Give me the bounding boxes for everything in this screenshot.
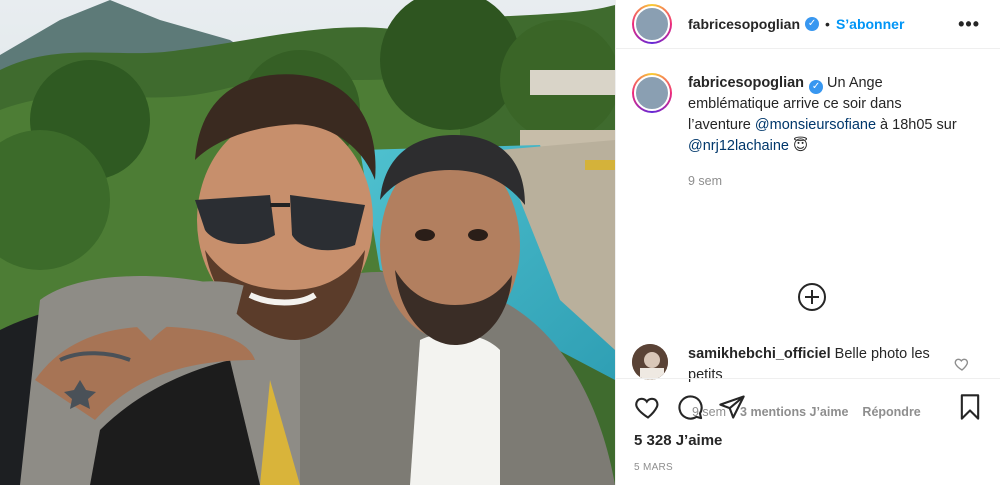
save-bookmark-icon[interactable]	[956, 393, 984, 421]
instagram-post: fabricesopoglian ✓ • S’abonner ••• fabri…	[0, 0, 1000, 485]
post-side-panel: fabricesopoglian ✓ • S’abonner ••• fabri…	[615, 0, 1000, 485]
selfie-photo	[0, 0, 615, 485]
author-avatar[interactable]	[632, 4, 672, 44]
more-options-icon[interactable]: •••	[958, 14, 980, 35]
commenter-username[interactable]: samikhebchi_officiel	[688, 346, 831, 362]
verified-badge-icon: ✓	[809, 80, 824, 94]
comment-bubble-icon[interactable]	[676, 393, 704, 421]
follow-button[interactable]: S’abonner	[836, 16, 904, 32]
angel-emoji-icon: 😇	[788, 138, 809, 154]
caption-timestamp[interactable]: 9 sem	[688, 171, 968, 192]
separator-dot: •	[825, 16, 830, 32]
share-paper-plane-icon[interactable]	[718, 393, 746, 421]
commenter-avatar-image	[632, 344, 668, 380]
mention-link[interactable]: @monsieursofiane	[755, 117, 876, 133]
caption-username[interactable]: fabricesopoglian	[688, 75, 804, 91]
mention-link[interactable]: @nrj12lachaine	[688, 138, 789, 154]
caption-author-avatar[interactable]	[632, 73, 672, 113]
like-heart-icon[interactable]	[634, 393, 662, 421]
load-more-comments-icon[interactable]	[798, 283, 826, 311]
author-username[interactable]: fabricesopoglian	[688, 16, 800, 32]
post-date[interactable]: 5 MARS	[634, 462, 673, 473]
comments-area[interactable]: fabricesopoglian ✓ Un Ange emblématique a…	[616, 49, 1000, 419]
post-header: fabricesopoglian ✓ • S’abonner •••	[616, 0, 1000, 49]
verified-badge-icon: ✓	[805, 17, 820, 31]
caption-text: fabricesopoglian ✓ Un Ange emblématique a…	[688, 73, 968, 192]
post-photo[interactable]	[0, 0, 615, 485]
post-caption: fabricesopoglian ✓ Un Ange emblématique a…	[632, 73, 977, 192]
post-actions: 5 328 J’aime 5 MARS	[616, 378, 1000, 485]
like-comment-heart-icon[interactable]	[954, 356, 970, 372]
commenter-avatar[interactable]	[632, 344, 668, 380]
caption-text-part: à 18h05 sur	[876, 117, 957, 133]
likes-count[interactable]: 5 328 J’aime	[634, 432, 722, 449]
